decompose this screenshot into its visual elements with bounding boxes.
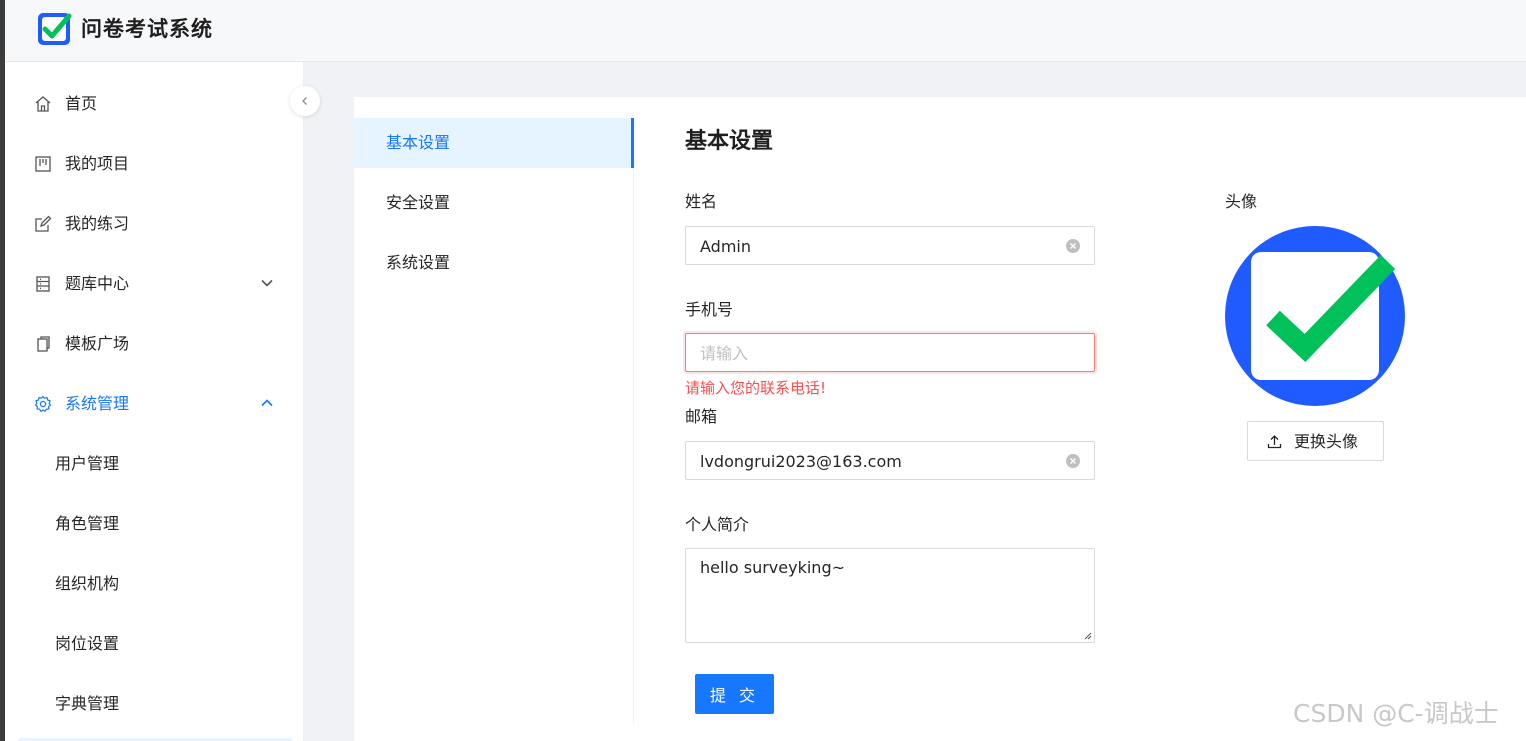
sidebar-item-label: 系统管理	[65, 394, 130, 413]
section-title: 基本设置	[685, 129, 774, 154]
sidebar: 首页 我的项目 我的练习 题库中心 模板广场 系统管理 用户管理 角色管理 组织…	[5, 62, 304, 741]
copy-icon	[37, 336, 50, 352]
sidebar-subitem-org[interactable]: 组织机构	[5, 563, 304, 603]
settings-nav-security[interactable]: 安全设置	[354, 178, 634, 228]
bio-textarea[interactable]: hello surveyking~	[700, 558, 1080, 633]
sidebar-subitem-users[interactable]: 用户管理	[5, 443, 304, 483]
settings-card: 基本设置 安全设置 系统设置 基本设置 姓名 手机号 请输入您的联系电话! 邮箱…	[354, 97, 1526, 741]
phone-label: 手机号	[685, 300, 734, 319]
bio-label: 个人简介	[685, 515, 750, 534]
resize-handle-icon[interactable]	[1082, 630, 1092, 640]
settings-nav-system[interactable]: 系统设置	[354, 238, 634, 288]
sidebar-item-label: 我的练习	[65, 214, 130, 233]
upload-icon	[1267, 435, 1282, 449]
sidebar-subitem-label: 字典管理	[55, 694, 120, 713]
phone-input[interactable]	[700, 342, 1060, 364]
sidebar-subitem-label: 岗位设置	[55, 634, 120, 653]
sidebar-item-label: 我的项目	[65, 154, 130, 173]
avatar	[1225, 226, 1405, 406]
sidebar-item-system[interactable]: 系统管理	[5, 383, 304, 423]
phone-input-wrapper	[685, 333, 1095, 372]
settings-nav-label: 基本设置	[386, 133, 451, 152]
sidebar-item-question-bank[interactable]: 题库中心	[5, 263, 304, 303]
name-input-wrapper	[685, 226, 1095, 265]
sidebar-item-label: 题库中心	[65, 274, 130, 293]
home-icon	[35, 96, 51, 112]
chevron-left-icon	[302, 97, 307, 105]
chevron-down-icon	[261, 279, 273, 287]
name-input[interactable]	[700, 235, 1060, 257]
sidebar-subitem-dictionary[interactable]: 字典管理	[5, 683, 304, 723]
watermark: CSDN @C-调战士	[1293, 699, 1499, 728]
gear-icon	[34, 395, 52, 413]
logo-icon	[38, 13, 72, 45]
sidebar-subitem-label: 用户管理	[55, 454, 120, 473]
bio-textarea-wrapper: hello surveyking~	[685, 548, 1095, 643]
sidebar-subitem-roles[interactable]: 角色管理	[5, 503, 304, 543]
sidebar-item-home[interactable]: 首页	[5, 83, 304, 123]
sidebar-item-projects[interactable]: 我的项目	[5, 143, 304, 183]
email-input-wrapper	[685, 441, 1095, 480]
sidebar-item-label: 模板广场	[65, 334, 130, 353]
app-header: 问卷考试系统	[5, 0, 1526, 62]
name-label: 姓名	[685, 192, 718, 211]
settings-nav-label: 安全设置	[386, 193, 451, 212]
sidebar-subitem-label: 角色管理	[55, 514, 120, 533]
email-input[interactable]	[700, 450, 1060, 472]
change-avatar-button[interactable]: 更换头像	[1247, 421, 1384, 461]
sidebar-collapse-button[interactable]	[290, 86, 320, 116]
sidebar-item-label: 首页	[65, 94, 98, 113]
clear-icon[interactable]	[1066, 239, 1080, 253]
settings-nav-basic[interactable]: 基本设置	[354, 118, 634, 168]
database-icon	[36, 276, 50, 292]
edit-icon	[35, 215, 52, 232]
email-label: 邮箱	[685, 407, 718, 426]
clear-icon[interactable]	[1066, 454, 1080, 468]
sidebar-item-templates[interactable]: 模板广场	[5, 323, 304, 363]
chevron-up-icon	[261, 399, 273, 407]
sidebar-item-practice[interactable]: 我的练习	[5, 203, 304, 243]
settings-nav: 基本设置 安全设置 系统设置	[354, 118, 634, 724]
change-avatar-label: 更换头像	[1294, 432, 1359, 451]
avatar-label: 头像	[1225, 192, 1258, 211]
submit-button[interactable]: 提 交	[695, 674, 774, 714]
sidebar-subitem-positions[interactable]: 岗位设置	[5, 623, 304, 663]
app-title: 问卷考试系统	[81, 17, 213, 41]
sidebar-subitem-label: 组织机构	[55, 574, 120, 593]
project-icon	[35, 156, 51, 172]
settings-nav-label: 系统设置	[386, 253, 451, 272]
phone-error-message: 请输入您的联系电话!	[685, 379, 827, 397]
